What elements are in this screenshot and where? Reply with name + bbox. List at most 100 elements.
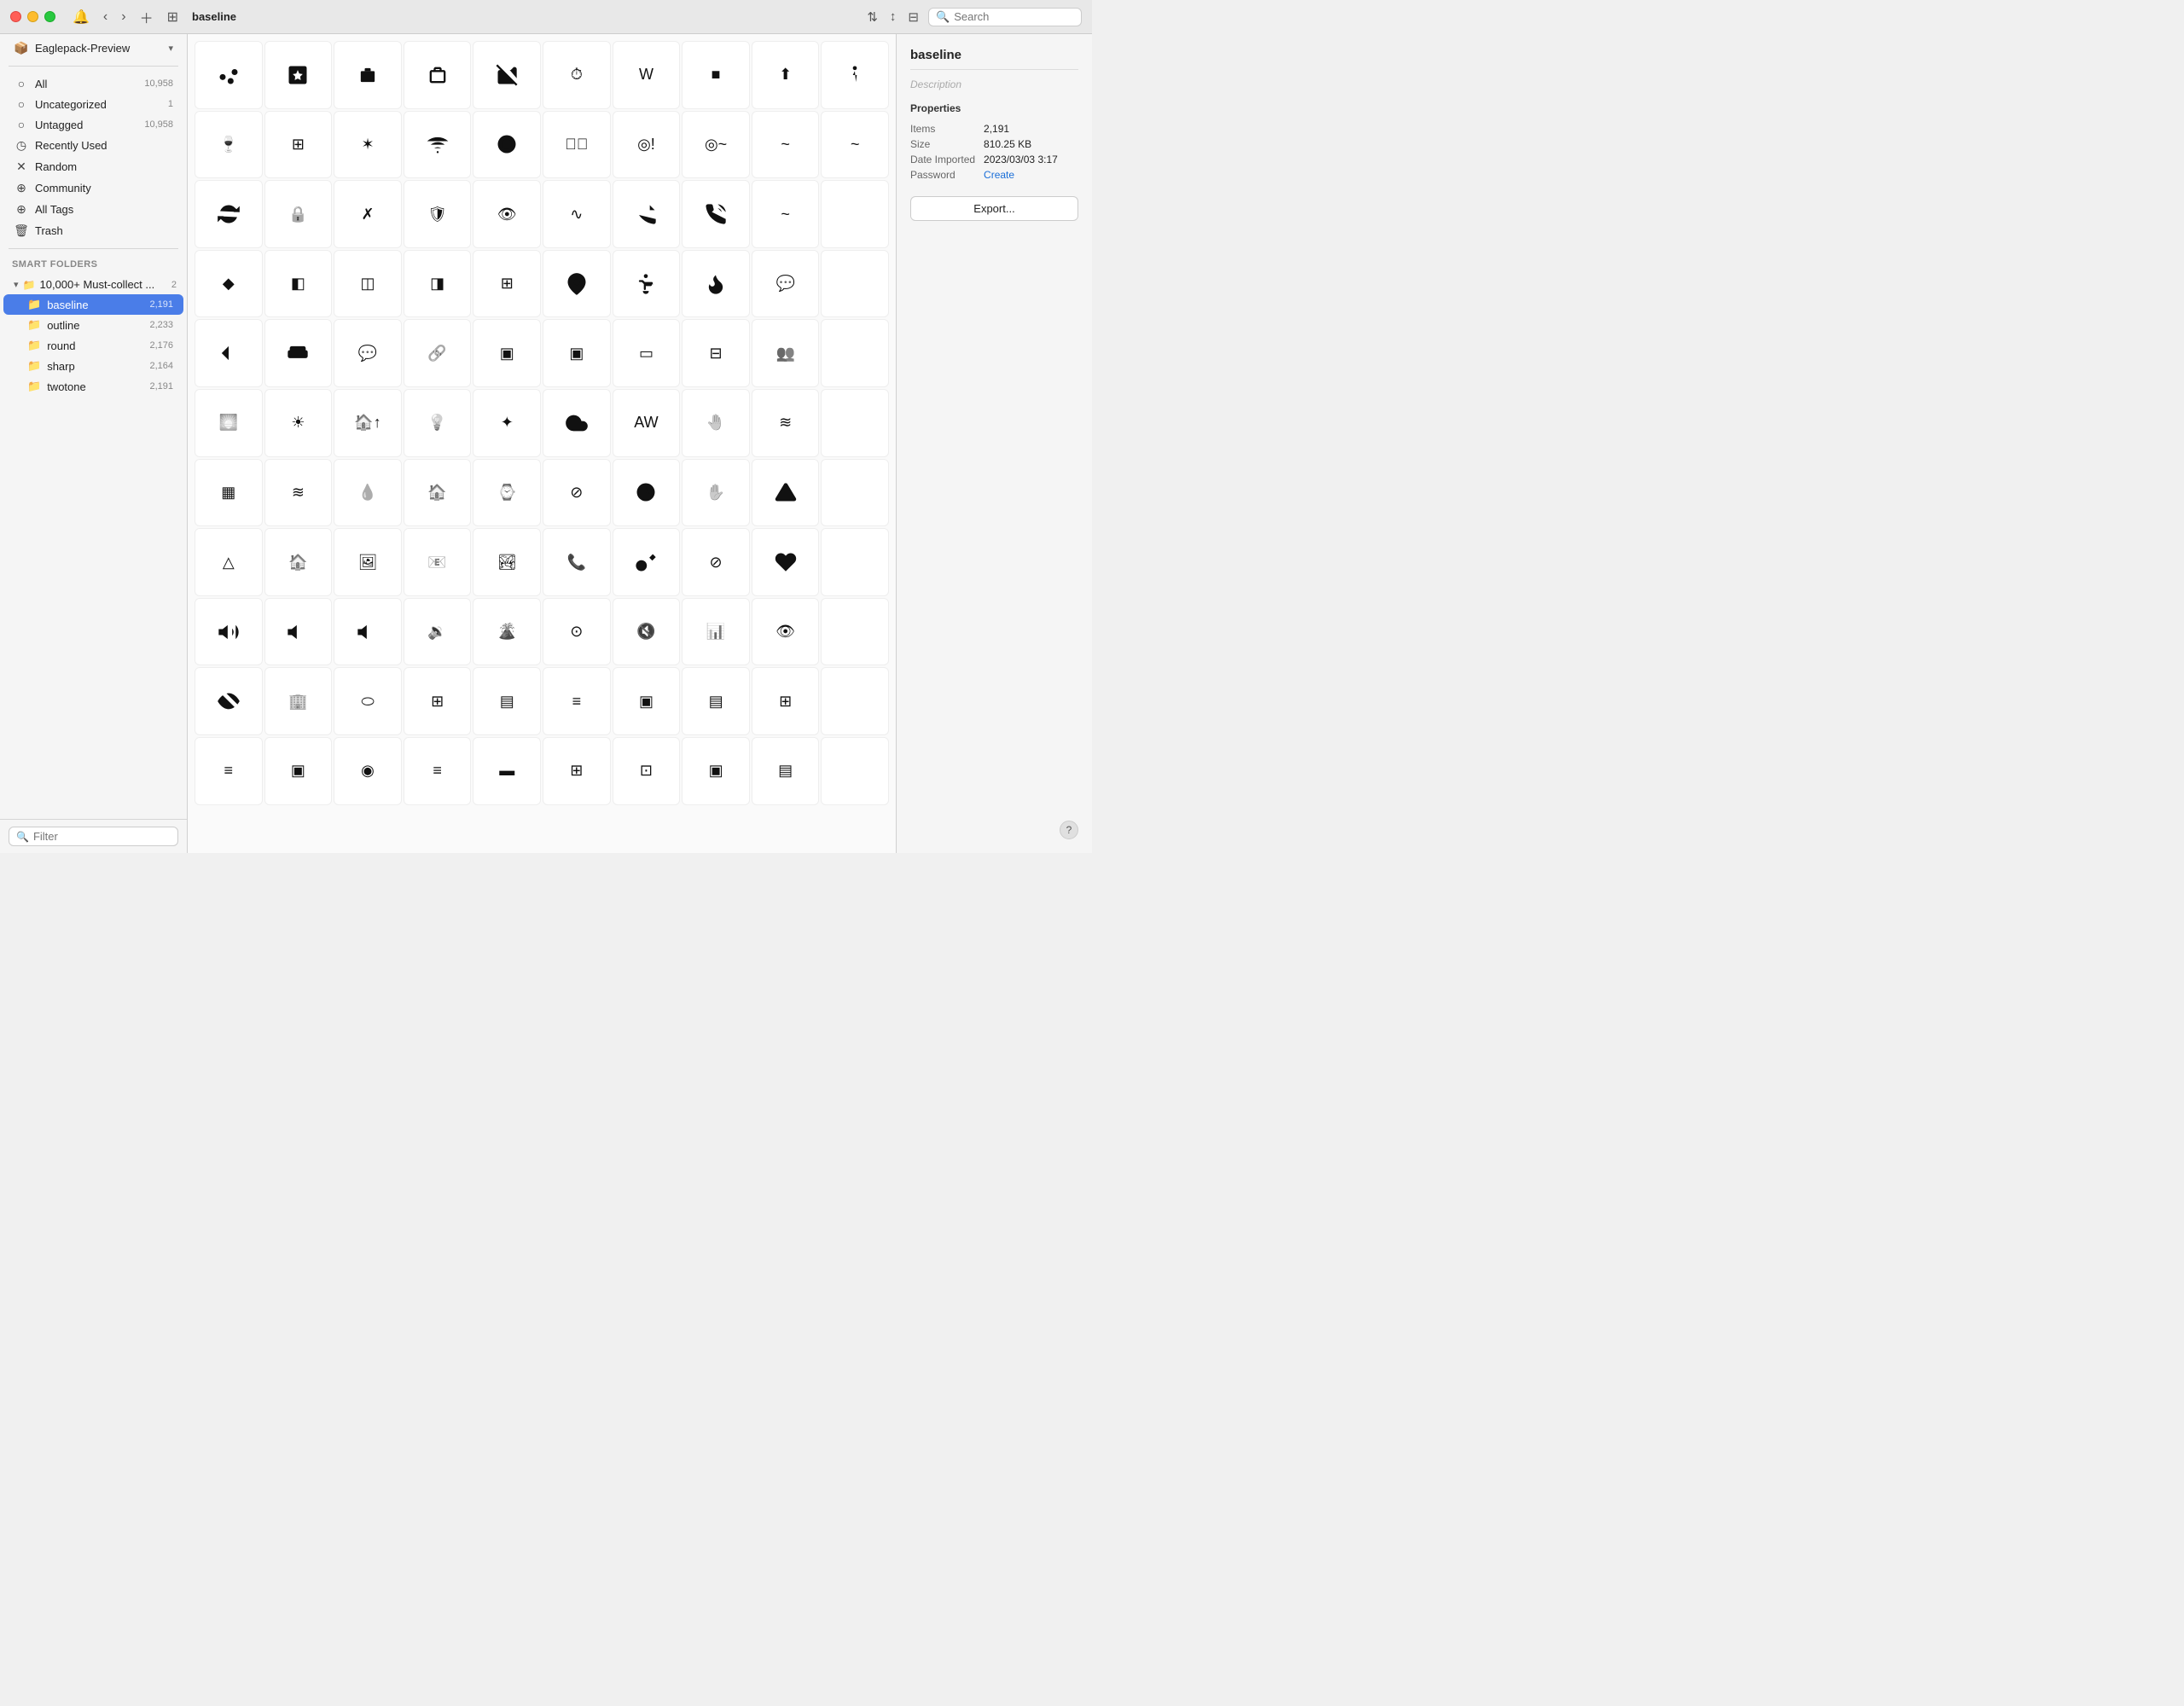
sidebar-app-title[interactable]: 📦 Eaglepack-Preview ▾ (3, 38, 183, 59)
icon-auto-write[interactable]: AW (613, 389, 681, 457)
icon-fan-off[interactable]: ✶ (334, 111, 402, 179)
icon-diamond-drop[interactable]: ◆ (195, 250, 263, 318)
parent-folder-item[interactable]: ▾ 📁 10,000+ Must-collect ... 2 (0, 275, 187, 294)
icon-whatsapp[interactable]: 💬 (752, 250, 820, 318)
icon-accessible[interactable] (613, 250, 681, 318)
icon-water-waves[interactable]: ≋ (264, 459, 333, 527)
sidebar-item-all-tags[interactable]: ⊕ All Tags (3, 199, 183, 220)
icon-wifi-bar[interactable]: ~ (752, 111, 820, 179)
icon-x-blank4[interactable] (821, 459, 889, 527)
forward-button[interactable]: › (118, 8, 129, 26)
icon-x-blank5[interactable] (821, 528, 889, 596)
icon-person-up[interactable]: ⬆ (752, 41, 820, 109)
icon-x-blank6[interactable] (821, 598, 889, 666)
sidebar-subfolder-outline[interactable]: 📁 outline 2,233 (3, 315, 183, 335)
icon-bar-chart[interactable]: 📊 (682, 598, 750, 666)
icon-voicemail[interactable]: ⊙ (543, 598, 611, 666)
icon-projector[interactable]: 💡 (404, 389, 472, 457)
icon-view-day[interactable]: ▤ (682, 667, 750, 735)
icon-wifi-lock[interactable]: 🔒 (264, 180, 333, 248)
icon-heart-give[interactable] (752, 528, 820, 596)
icon-rectangle[interactable]: ▭ (613, 319, 681, 387)
icon-eye-circle[interactable]: 👁 (752, 598, 820, 666)
icon-mountains[interactable]: ∿ (543, 180, 611, 248)
icon-panorama[interactable]: 🏞 (473, 528, 541, 596)
icon-phone-locked[interactable]: 📞 (543, 528, 611, 596)
icon-columns-3[interactable]: ⊞ (404, 667, 472, 735)
icon-oval[interactable]: ⬭ (334, 667, 402, 735)
icon-warning-triangle[interactable]: △ (195, 528, 263, 596)
icon-panel-center[interactable]: ◫ (334, 250, 402, 318)
password-create-link[interactable]: Create (984, 169, 1078, 181)
icon-briefcase[interactable] (334, 41, 402, 109)
icon-home-smart[interactable]: 🏠 (404, 459, 472, 527)
icon-signal-cellular[interactable]: ▦ (195, 459, 263, 527)
icon-badge-star[interactable] (264, 41, 333, 109)
icon-drawer[interactable]: 📧 (404, 528, 472, 596)
icon-wechat[interactable]: 💬 (334, 319, 402, 387)
icon-camera-screen[interactable]: ■ (682, 41, 750, 109)
icon-home-upload[interactable]: 🏠↑ (334, 389, 402, 457)
icon-wave-hand[interactable]: 🤚 (682, 389, 750, 457)
icon-warning[interactable] (752, 459, 820, 527)
icon-volcano[interactable]: 🌋 (473, 598, 541, 666)
icon-signal-empty[interactable] (821, 180, 889, 248)
sidebar-item-untagged[interactable]: ○ Untagged 10,958 (3, 114, 183, 135)
icon-table-alt[interactable]: ▣ (682, 737, 750, 805)
icon-grid-view[interactable]: ⊞ (543, 737, 611, 805)
icon-restroom[interactable]: 👥 (752, 319, 820, 387)
icon-wine-glass[interactable]: 🍷 (195, 111, 263, 179)
icon-volume-up[interactable] (195, 598, 263, 666)
icon-sun-bright[interactable]: ☀ (264, 389, 333, 457)
icon-sofa[interactable] (264, 319, 333, 387)
sidebar-subfolder-baseline[interactable]: 📁 baseline 2,191 (3, 294, 183, 315)
sidebar-subfolder-round[interactable]: 📁 round 2,176 (3, 335, 183, 356)
icon-sync[interactable] (195, 180, 263, 248)
icon-eye-off[interactable] (195, 667, 263, 735)
icon-key[interactable] (613, 528, 681, 596)
icon-hand-water[interactable]: ✋ (682, 459, 750, 527)
export-button[interactable]: Export... (910, 196, 1078, 221)
icon-ar-box[interactable]: ◉ (334, 737, 402, 805)
icon-camera-off[interactable] (473, 41, 541, 109)
icon-signal-ring[interactable]: ◎~ (682, 111, 750, 179)
icon-waves[interactable]: ≋ (752, 389, 820, 457)
icon-table[interactable]: ▣ (264, 737, 333, 805)
icon-signal-on[interactable]: ◎! (613, 111, 681, 179)
icon-briefcase-outline[interactable] (404, 41, 472, 109)
filter-button[interactable]: ⊟ (905, 7, 921, 27)
icon-panel-left[interactable]: ◧ (264, 250, 333, 318)
icon-view-column[interactable]: ▤ (473, 667, 541, 735)
icon-water-drop[interactable]: 💧 (334, 459, 402, 527)
icon-x-blank[interactable] (821, 250, 889, 318)
close-button[interactable] (10, 11, 21, 22)
sidebar-item-all[interactable]: ○ All 10,958 (3, 73, 183, 94)
icon-volume-left[interactable] (334, 598, 402, 666)
icon-grid-4[interactable]: ⊞ (264, 111, 333, 179)
sidebar-subfolder-sharp[interactable]: 📁 sharp 2,164 (3, 356, 183, 376)
notification-button[interactable]: 🔔 (69, 7, 93, 27)
icon-wifi-protect[interactable]: 🛡 (404, 180, 472, 248)
icon-target[interactable] (473, 111, 541, 179)
icon-phone-callback[interactable] (613, 180, 681, 248)
icon-brush-off[interactable]: ⊘ (682, 528, 750, 596)
icon-list-lines[interactable]: ≡ (404, 737, 472, 805)
icon-extension[interactable]: ⊞ (473, 250, 541, 318)
fullscreen-button[interactable] (44, 11, 55, 22)
icon-sync-off[interactable]: ⊘ (543, 459, 611, 527)
minimize-button[interactable] (27, 11, 38, 22)
sidebar-item-recently-used[interactable]: ◷ Recently Used (3, 135, 183, 156)
icon-sparkle[interactable]: ✦ (473, 389, 541, 457)
sidebar-item-uncategorized[interactable]: ○ Uncategorized 1 (3, 94, 183, 114)
icon-layout-bar[interactable]: ▬ (473, 737, 541, 805)
back-button[interactable]: ‹ (100, 8, 111, 26)
icon-home-mini[interactable]: 🏠 (264, 528, 333, 596)
icon-target-off[interactable]: ◎⃠ (543, 111, 611, 179)
icon-fire[interactable] (682, 250, 750, 318)
icon-image-search[interactable]: 🖼 (334, 528, 402, 596)
icon-view-compact[interactable]: ⊞ (752, 667, 820, 735)
icon-x-blank2[interactable] (821, 319, 889, 387)
layout-button[interactable]: ⊞ (164, 7, 182, 27)
filter-input[interactable] (33, 830, 171, 843)
icon-view-list[interactable]: ≡ (543, 667, 611, 735)
